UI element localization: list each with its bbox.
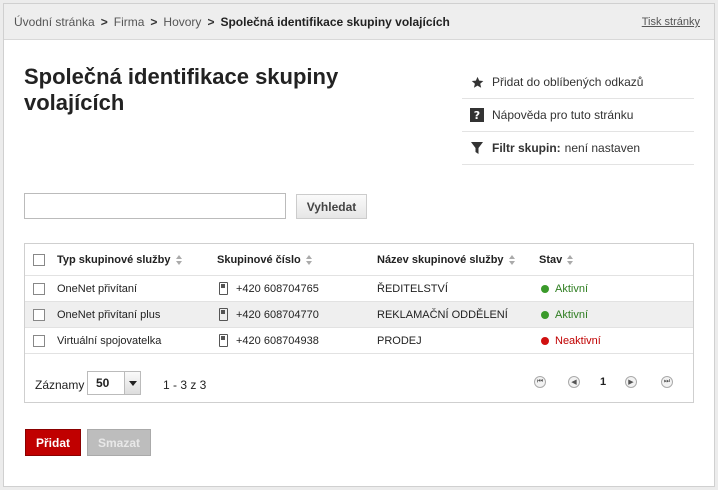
star-icon — [462, 76, 492, 89]
cell-status: Neaktivní — [541, 335, 601, 347]
breadcrumb-firma[interactable]: Firma — [114, 15, 145, 29]
records-range: 1 - 3 z 3 — [163, 378, 207, 392]
search-input[interactable] — [24, 193, 286, 219]
breadcrumb-separator: > — [207, 15, 215, 29]
first-page-icon[interactable]: ⏮ — [534, 376, 546, 388]
breadcrumb-separator: > — [150, 15, 158, 29]
cell-type: Virtuální spojovatelka — [57, 334, 162, 347]
sort-icon — [175, 254, 183, 265]
col-header-name[interactable]: Název skupinové služby — [377, 254, 516, 266]
cell-status: Aktivní — [541, 283, 588, 295]
cell-type: OneNet přivítaní plus — [57, 308, 161, 321]
sort-icon — [305, 254, 313, 265]
breadcrumb-home[interactable]: Úvodní stránka — [14, 15, 95, 29]
table-row[interactable]: OneNet přivítaní +420 608704765 ŘEDITELS… — [25, 276, 693, 302]
status-text: Aktivní — [555, 308, 589, 321]
col-header-status[interactable]: Stav — [539, 254, 574, 266]
cell-name: REKLAMAČNÍ ODDĚLENÍ — [377, 308, 508, 321]
status-dot-icon — [541, 336, 549, 345]
filter-icon — [462, 142, 492, 154]
help-label: Nápověda pro tuto stránku — [492, 108, 634, 122]
filter-label: Filtr skupin: — [492, 141, 561, 155]
search-button[interactable]: Vyhledat — [296, 194, 367, 219]
page-size-value: 50 — [96, 376, 110, 390]
sort-icon — [508, 254, 516, 265]
col-header-number[interactable]: Skupinové číslo — [217, 254, 313, 266]
help-icon: ? — [462, 108, 492, 122]
breadcrumb-hovory[interactable]: Hovory — [163, 15, 201, 29]
breadcrumb-separator: > — [100, 15, 108, 29]
phone-icon — [219, 308, 228, 321]
phone-icon — [219, 334, 228, 347]
col-status-label: Stav — [539, 253, 563, 266]
table-row[interactable]: OneNet přivítaní plus +420 608704770 REK… — [25, 302, 693, 328]
col-number-label: Skupinové číslo — [217, 253, 301, 266]
svg-text:?: ? — [474, 109, 480, 122]
delete-button[interactable]: Smazat — [87, 429, 151, 456]
select-all-checkbox[interactable] — [33, 253, 45, 266]
row-checkbox[interactable] — [33, 282, 45, 295]
add-favorite-link[interactable]: Přidat do oblíbených odkazů — [462, 66, 694, 99]
table-header: Typ skupinové služby Skupinové číslo Náz… — [25, 244, 693, 276]
row-checkbox[interactable] — [33, 308, 45, 321]
breadcrumb-current: Společná identifikace skupiny volajících — [220, 15, 450, 29]
chevron-down-icon — [124, 372, 140, 394]
status-text: Neaktivní — [555, 334, 601, 347]
cell-type: OneNet přivítaní — [57, 282, 138, 295]
groups-table: Typ skupinové služby Skupinové číslo Náz… — [24, 243, 694, 403]
col-type-label: Typ skupinové služby — [57, 253, 171, 266]
breadcrumb: Úvodní stránka > Firma > Hovory > Společná ide… — [14, 15, 450, 29]
page-frame: Úvodní stránka > Firma > Hovory > Společná ide… — [3, 3, 715, 487]
cell-status: Aktivní — [541, 309, 588, 321]
number-text: +420 608704765 — [236, 282, 319, 295]
records-label: Záznamy — [35, 378, 85, 392]
add-favorite-label: Přidat do oblíbených odkazů — [492, 75, 644, 89]
col-name-label: Název skupinové služby — [377, 253, 504, 266]
print-page-link[interactable]: Tisk stránky — [642, 16, 700, 28]
top-bar: Úvodní stránka > Firma > Hovory > Společná ide… — [4, 4, 714, 40]
current-page: 1 — [600, 376, 607, 388]
status-dot-icon — [541, 310, 549, 319]
table-footer: Záznamy 50 1 - 3 z 3 ⏮ ◀ 1 ▶ ⏭ — [25, 350, 693, 403]
phone-icon — [219, 282, 228, 295]
last-page-icon[interactable]: ⏭ — [661, 376, 673, 388]
cell-name: PRODEJ — [377, 334, 422, 347]
group-filter[interactable]: Filtr skupin: není nastaven — [462, 132, 694, 165]
next-page-icon[interactable]: ▶ — [625, 376, 637, 388]
status-text: Aktivní — [555, 282, 589, 295]
page-size-select[interactable]: 50 — [87, 371, 141, 395]
page-title: Společná identifikace skupiny volajících — [24, 64, 339, 115]
cell-number: +420 608704770 — [219, 308, 319, 321]
add-button[interactable]: Přidat — [25, 429, 81, 456]
cell-name: ŘEDITELSTVÍ — [377, 282, 448, 295]
sort-icon — [567, 254, 574, 265]
side-actions: Přidat do oblíbených odkazů ? Nápověda p… — [462, 66, 694, 165]
number-text: +420 608704938 — [236, 334, 319, 347]
status-dot-icon — [541, 284, 549, 293]
col-header-type[interactable]: Typ skupinové služby — [57, 254, 183, 266]
help-link[interactable]: ? Nápověda pro tuto stránku — [462, 99, 694, 132]
number-text: +420 608704770 — [236, 308, 319, 321]
filter-value: není nastaven — [564, 141, 641, 155]
row-checkbox[interactable] — [33, 334, 45, 347]
prev-page-icon[interactable]: ◀ — [568, 376, 580, 388]
cell-number: +420 608704938 — [219, 334, 319, 347]
cell-number: +420 608704765 — [219, 282, 319, 295]
